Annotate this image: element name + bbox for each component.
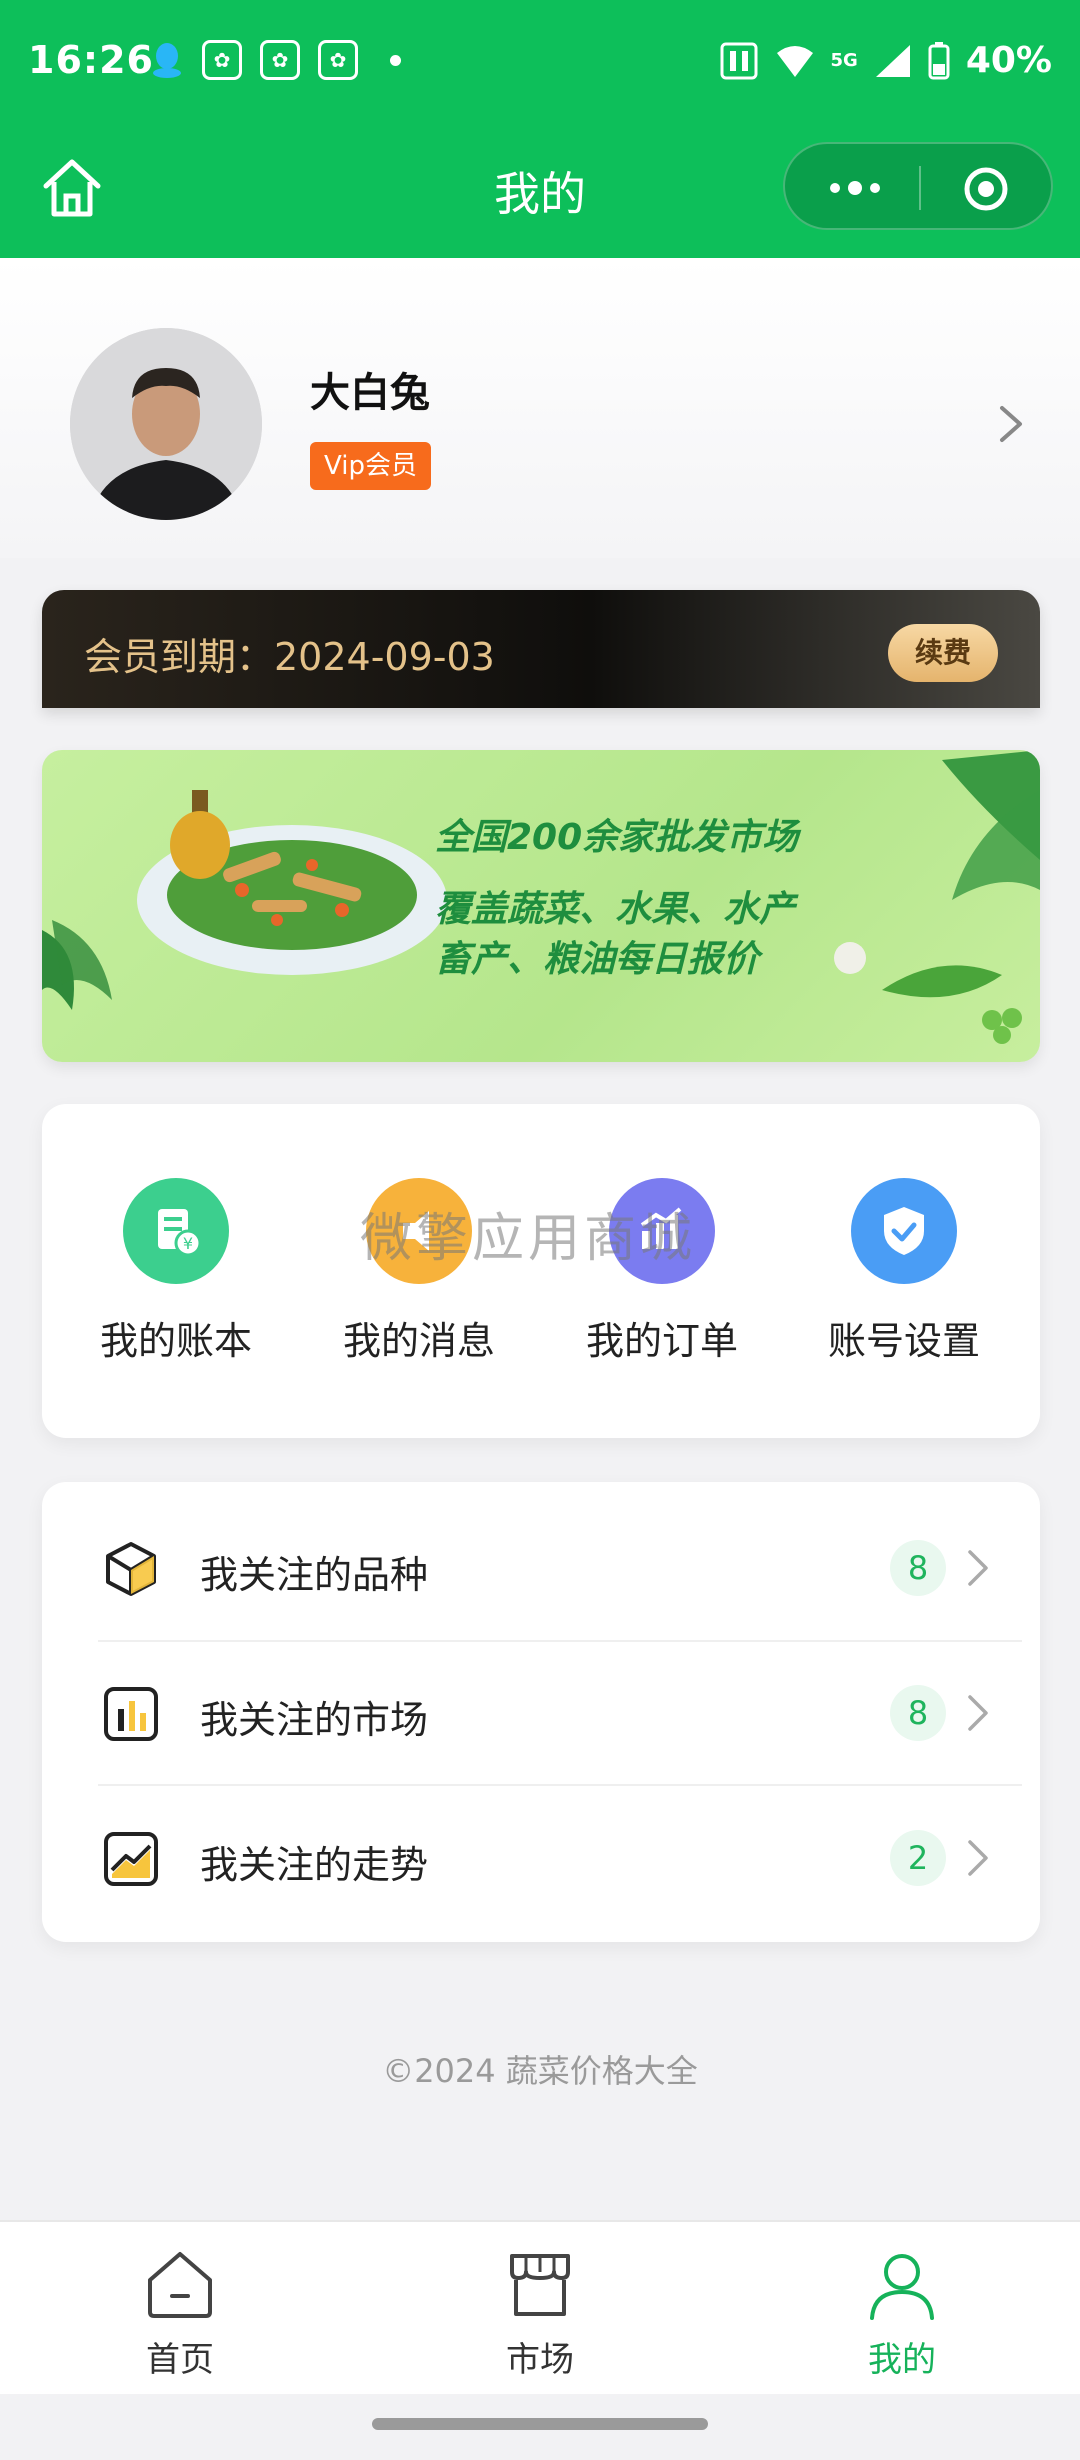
miniprogram-capsule [783,142,1053,230]
count-badge: 8 [890,1540,946,1596]
chevron-right-icon [968,1550,988,1586]
status-right-icons: 5G 40% [719,40,1052,81]
user-icon [870,2254,934,2320]
tab-mine[interactable]: 我的 [802,2246,1002,2381]
network-label: 5G [830,49,858,71]
cube-icon [106,1542,156,1596]
close-miniprogram-icon[interactable] [963,166,1009,212]
quick-action-settings[interactable]: 账号设置 [804,1178,1004,1365]
signal-icon [875,44,910,77]
capsule-divider [919,166,921,210]
follow-item-varieties[interactable]: 我关注的品种 8 [42,1496,1040,1640]
svg-text:¥: ¥ [183,1234,193,1253]
status-left-icons: ✿ ✿ ✿ [150,40,401,80]
nfc-icon [720,42,758,79]
watermark: 微擎应用商城 [360,1209,697,1269]
username: 大白兔 [310,370,430,416]
copyright: ©2024 蔬菜价格大全 [382,2052,698,2090]
renew-button[interactable]: 续费 [888,624,998,682]
battery-percent: 40% [965,40,1052,81]
chevron-right-icon [968,1695,988,1731]
vip-badge: Vip会员 [310,442,431,490]
tab-label: 我的 [868,2340,936,2380]
shield-icon [851,1178,957,1284]
status-time: 16:26 [28,38,154,82]
quick-action-label: 我的订单 [585,1319,738,1363]
quick-action-label: 我的账本 [99,1319,252,1363]
banner-line-1: 全国200余家批发市场 [435,817,799,858]
banner-line-2: 覆盖蔬菜、水果、水产 [435,889,796,930]
home-icon [148,2252,212,2318]
store-icon [510,2254,570,2316]
count-badge: 2 [890,1830,946,1886]
quick-action-label: 账号设置 [827,1319,980,1363]
trend-icon [104,1832,158,1886]
count-badge: 8 [890,1685,946,1741]
avatar-image [70,328,262,520]
follow-item-label: 我关注的走势 [200,1843,429,1887]
more-icon[interactable] [825,170,885,206]
promo-banner[interactable]: 全国200余家批发市场 覆盖蔬菜、水果、水产 畜产、粮油每日报价 [42,750,1040,1062]
baidu-icon: ✿ [202,40,242,80]
ledger-icon: ¥ [123,1178,229,1284]
membership-expiry: 会员到期：2024-09-03 [84,635,495,679]
tab-market[interactable]: 市场 [440,2246,640,2381]
quick-action-label: 我的消息 [342,1319,495,1363]
home-indicator[interactable] [372,2418,708,2430]
tab-label: 市场 [506,2340,574,2380]
chevron-right-icon[interactable] [996,404,1026,444]
follow-item-label: 我关注的市场 [200,1698,429,1742]
qq-icon [153,43,181,78]
battery-icon [928,41,950,79]
follow-item-markets[interactable]: 我关注的市场 8 [42,1641,1040,1785]
tab-home[interactable]: 首页 [80,2246,280,2381]
follow-item-label: 我关注的品种 [200,1553,429,1597]
quick-action-ledger[interactable]: ¥ 我的账本 [76,1178,276,1365]
chevron-right-icon [968,1840,988,1876]
avatar[interactable] [70,328,262,520]
tab-label: 首页 [146,2340,214,2380]
bar-chart-icon [104,1687,158,1741]
wifi-icon [776,45,813,77]
notification-dot [390,54,401,66]
banner-line-3: 畜产、粮油每日报价 [435,939,760,980]
baidu-icon: ✿ [260,40,300,80]
baidu-icon: ✿ [318,40,358,80]
follow-item-trends[interactable]: 我关注的走势 2 [42,1786,1040,1930]
